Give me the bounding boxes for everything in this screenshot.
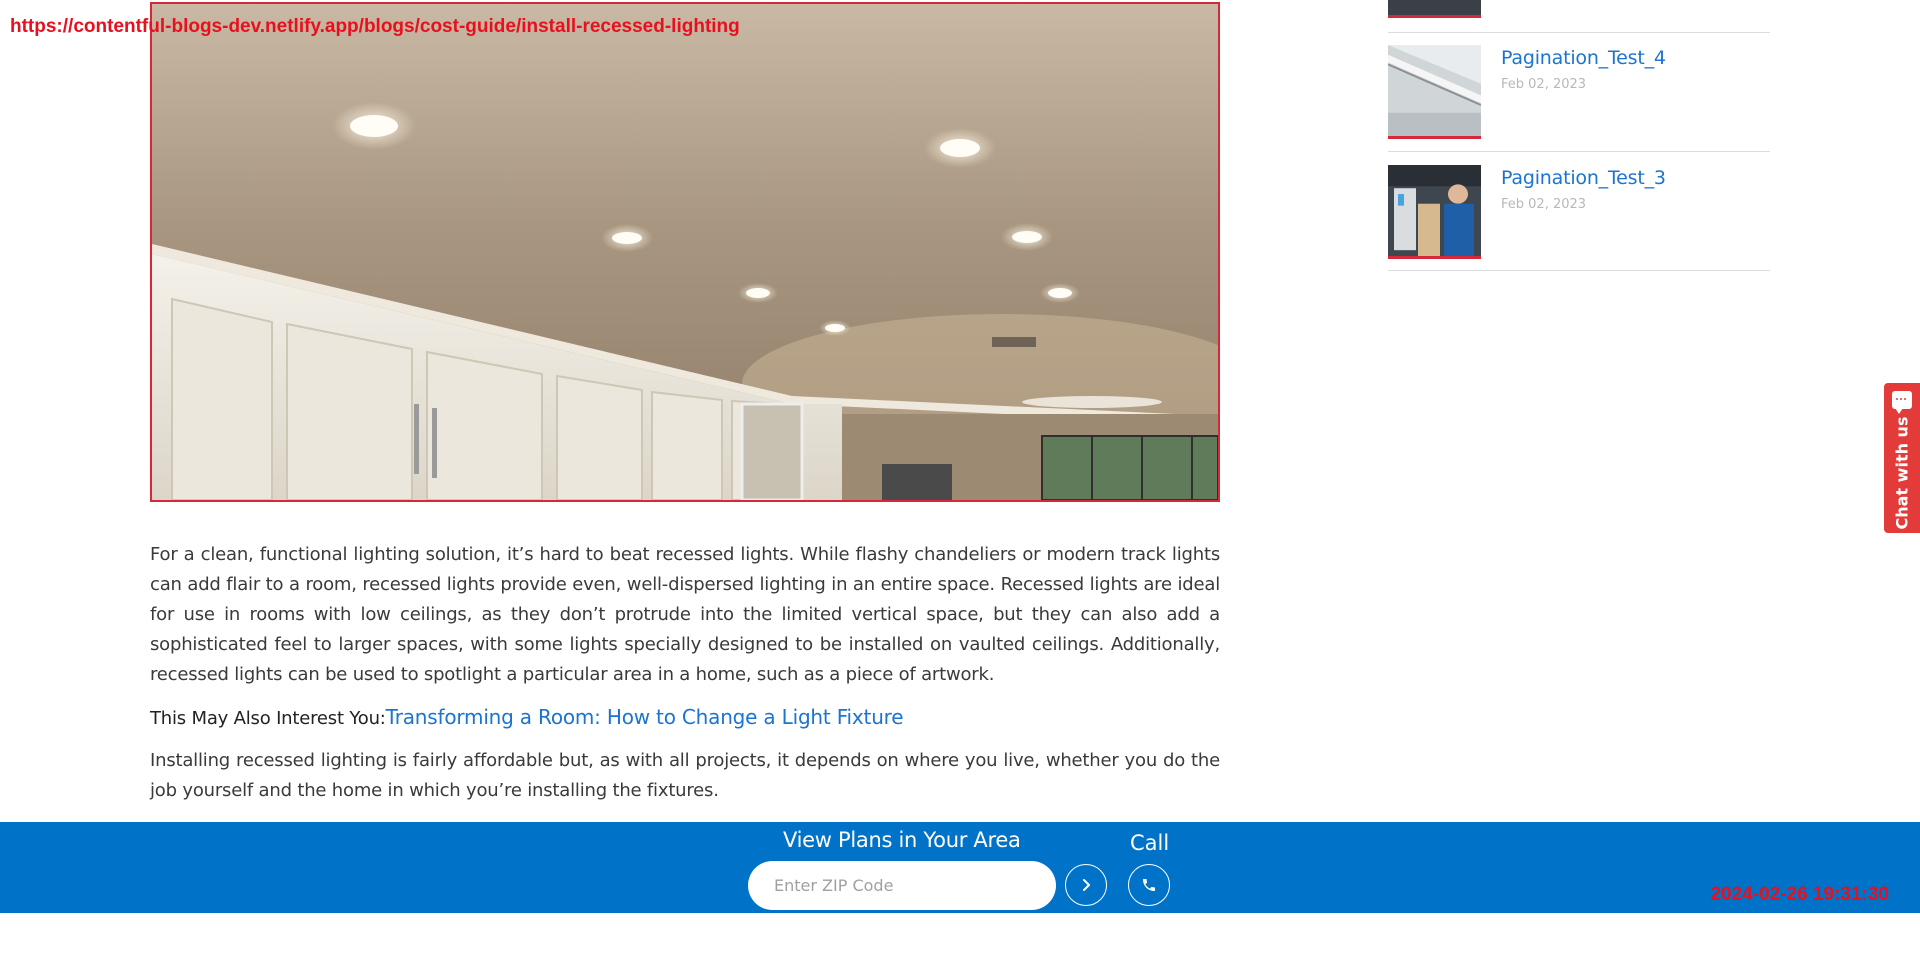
timestamp-overlay: 2024-02-26 19:31:30 xyxy=(1710,884,1889,905)
divider xyxy=(1388,151,1770,152)
call-label: Call xyxy=(1130,831,1170,855)
related-label: This May Also Interest You: xyxy=(150,708,386,729)
post-title[interactable]: Pagination_Test_3 xyxy=(1501,167,1666,189)
url-overlay: https://contentful-blogs-dev.netlify.app… xyxy=(10,16,740,37)
post-thumbnail[interactable] xyxy=(1388,45,1481,139)
post-title[interactable]: Pagination_Test_4 xyxy=(1501,47,1666,69)
sidebar-post[interactable]: Pagination_Test_4 Feb 02, 2023 xyxy=(1388,45,1770,141)
article-paragraph: For a clean, functional lighting solutio… xyxy=(150,544,1220,685)
post-thumbnail[interactable] xyxy=(1388,165,1481,259)
plans-title: View Plans in Your Area xyxy=(783,828,1021,852)
related-article: This May Also Interest You: Transforming… xyxy=(150,702,1220,734)
zip-submit-button[interactable] xyxy=(1065,864,1107,906)
post-date: Feb 02, 2023 xyxy=(1501,77,1587,92)
chat-label: Chat with us xyxy=(1892,416,1912,530)
related-article-link[interactable]: Transforming a Room: How to Change a Lig… xyxy=(386,702,904,732)
sidebar-post[interactable]: Pagination_Test_3 Feb 02, 2023 xyxy=(1388,165,1770,261)
hero-image xyxy=(150,2,1220,502)
article-paragraph: Installing recessed lighting is fairly a… xyxy=(150,750,1220,801)
phone-icon xyxy=(1143,879,1155,891)
view-plans-bar: View Plans in Your Area Call xyxy=(0,822,1920,913)
house-gutter-photo xyxy=(1388,45,1481,136)
article-body: For a clean, functional lighting solutio… xyxy=(150,540,1220,806)
chat-bubble-icon xyxy=(1892,391,1912,414)
post-thumbnail[interactable] xyxy=(1388,0,1481,18)
post-date: Feb 02, 2023 xyxy=(1501,197,1587,212)
chevron-right-icon xyxy=(1083,879,1090,891)
technician-fridge-photo xyxy=(1388,165,1481,256)
divider xyxy=(1388,270,1770,271)
zip-code-input[interactable] xyxy=(748,861,1056,910)
recessed-lights-photo xyxy=(152,4,1218,500)
chat-with-us-button[interactable]: Chat with us xyxy=(1884,383,1920,533)
divider xyxy=(1388,32,1770,33)
call-button[interactable] xyxy=(1128,864,1170,906)
